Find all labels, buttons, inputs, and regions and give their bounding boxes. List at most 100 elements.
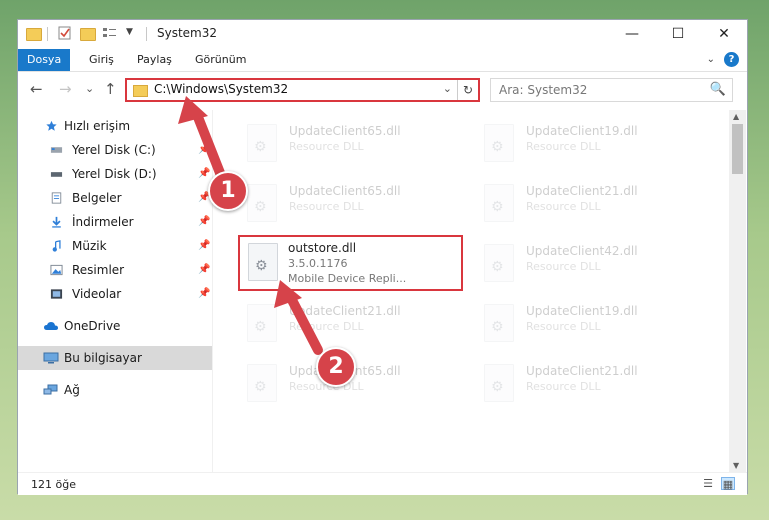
sidebar-item-this-pc[interactable]: Bu bilgisayar [18,346,212,370]
refresh-button[interactable]: ↻ [457,80,478,100]
file-item[interactable]: UpdateClient65.dll Resource DLL [239,118,464,174]
file-name: UpdateClient42.dll [526,244,638,258]
file-description: Resource DLL [289,200,364,213]
dll-file-icon [247,184,277,222]
explorer-window: ▼ System32 — ☐ ✕ Dosya Giriş Paylaş Görü… [17,19,748,495]
search-placeholder: Ara: System32 [499,83,588,97]
sidebar-item-videos[interactable]: Videolar 📌 [18,282,212,306]
dll-file-icon [247,364,277,402]
toolbar-divider [47,27,48,41]
drive-icon [50,147,63,153]
sidebar-item-label: Yerel Disk (C:) [72,143,156,157]
step-badge-2: 2 [316,347,356,387]
pictures-icon [50,264,63,276]
sidebar-item-label: Resimler [72,263,125,277]
file-item[interactable]: UpdateClient21.dll Resource DLL [239,298,464,354]
pane-divider[interactable] [212,110,213,472]
dll-file-icon [247,304,277,342]
close-button[interactable]: ✕ [701,20,747,49]
tab-view[interactable]: Görünüm [184,49,257,71]
address-dropdown-icon[interactable]: ⌄ [443,82,452,95]
tab-share[interactable]: Paylaş [126,49,183,71]
scrollbar-thumb[interactable] [732,124,743,174]
search-input[interactable]: Ara: System32 🔍 [490,78,733,102]
help-button[interactable]: ? [724,52,739,67]
pin-icon[interactable]: 📌 [198,258,210,282]
file-version: 3.5.0.1176 [288,257,348,270]
sidebar-item-network[interactable]: Ağ [18,378,212,402]
up-button[interactable]: ↑ [104,80,117,98]
scroll-up-icon[interactable]: ▲ [733,112,739,121]
navigation-pane: Hızlı erişim Yerel Disk (C:) 📌 Yerel Dis… [18,110,212,472]
file-item[interactable]: UpdateClient42.dll Resource DLL [476,238,701,294]
dll-file-icon [248,243,278,281]
dll-file-icon [247,124,277,162]
music-icon [52,240,61,252]
pin-icon[interactable]: 📌 [198,210,210,234]
forward-button[interactable]: → [59,80,72,98]
sidebar-item-label: İndirmeler [72,215,134,229]
sidebar-item-label: OneDrive [64,319,121,333]
sidebar-item-pictures[interactable]: Resimler 📌 [18,258,212,282]
properties-icon[interactable] [58,26,72,40]
pin-icon[interactable]: 📌 [198,282,210,306]
sidebar-item-music[interactable]: Müzik 📌 [18,234,212,258]
file-list: UpdateClient65.dll Resource DLL UpdateCl… [214,110,729,472]
sidebar-item-local-disk-c[interactable]: Yerel Disk (C:) 📌 [18,138,212,162]
video-icon [50,289,63,299]
sidebar-item-downloads[interactable]: İndirmeler 📌 [18,210,212,234]
dll-file-icon [484,364,514,402]
chevron-down-icon[interactable]: ⌄ [707,54,715,65]
maximize-button[interactable]: ☐ [655,20,701,49]
folder-icon [26,26,42,41]
vertical-scrollbar[interactable]: ▲ ▼ [729,110,746,472]
minimize-button[interactable]: — [609,20,655,49]
sidebar-item-documents[interactable]: Belgeler 📌 [18,186,212,210]
file-name: UpdateClient19.dll [526,304,638,318]
star-icon [46,120,57,131]
file-description: Mobile Device Repli... [288,272,407,285]
sidebar-item-quick-access[interactable]: Hızlı erişim [18,114,212,138]
sidebar-item-label: Belgeler [72,191,122,205]
ribbon-tabs: Dosya Giriş Paylaş Görünüm ⌄ ? [18,49,747,72]
customize-toolbar-chevron-icon[interactable]: ▼ [126,27,140,41]
file-description: Resource DLL [526,200,601,213]
details-view-icon[interactable]: ☰ [701,477,715,490]
file-description: Resource DLL [289,320,364,333]
dll-file-icon [484,304,514,342]
sidebar-item-local-disk-d[interactable]: Yerel Disk (D:) 📌 [18,162,212,186]
scroll-down-icon[interactable]: ▼ [733,461,739,470]
file-item[interactable]: UpdateClient65.dll Resource DLL [239,178,464,234]
address-bar[interactable]: C:\Windows\System32 ⌄ ↻ [125,78,480,102]
title-bar: ▼ System32 — ☐ ✕ [18,20,747,49]
sidebar-item-label: Müzik [72,239,107,253]
tab-file[interactable]: Dosya [18,49,70,71]
file-name: UpdateClient21.dll [289,304,401,318]
file-item[interactable]: UpdateClient19.dll Resource DLL [476,298,701,354]
cloud-icon [44,322,58,330]
file-item[interactable]: UpdateClient19.dll Resource DLL [476,118,701,174]
sidebar-item-onedrive[interactable]: OneDrive [18,314,212,338]
file-item[interactable]: UpdateClient21.dll Resource DLL [476,358,701,414]
new-folder-icon[interactable] [80,26,96,41]
item-count: 121 öğe [31,478,76,491]
tab-home[interactable]: Giriş [78,49,125,71]
back-button[interactable]: ← [30,80,43,98]
step-badge-1: 1 [208,171,248,211]
recent-locations-button[interactable]: ⌄ [85,82,94,95]
pin-icon[interactable]: 📌 [198,138,210,162]
sidebar-item-label: Bu bilgisayar [64,351,142,365]
pin-icon[interactable]: 📌 [198,234,210,258]
file-name: UpdateClient65.dll [289,184,401,198]
view-options-icon[interactable] [102,26,116,40]
large-icons-view-icon[interactable]: ▦ [721,477,735,491]
address-text[interactable]: C:\Windows\System32 [154,82,288,96]
file-description: Resource DLL [289,140,364,153]
file-description: Resource DLL [526,140,601,153]
sidebar-item-label: Hızlı erişim [64,119,131,133]
search-icon[interactable]: 🔍 [710,82,726,97]
file-item-outstore[interactable]: outstore.dll 3.5.0.1176 Mobile Device Re… [238,235,463,291]
navigation-bar: ← → ⌄ ↑ C:\Windows\System32 ⌄ ↻ Ara: Sys… [18,72,747,108]
network-icon [43,384,58,395]
file-item[interactable]: UpdateClient21.dll Resource DLL [476,178,701,234]
